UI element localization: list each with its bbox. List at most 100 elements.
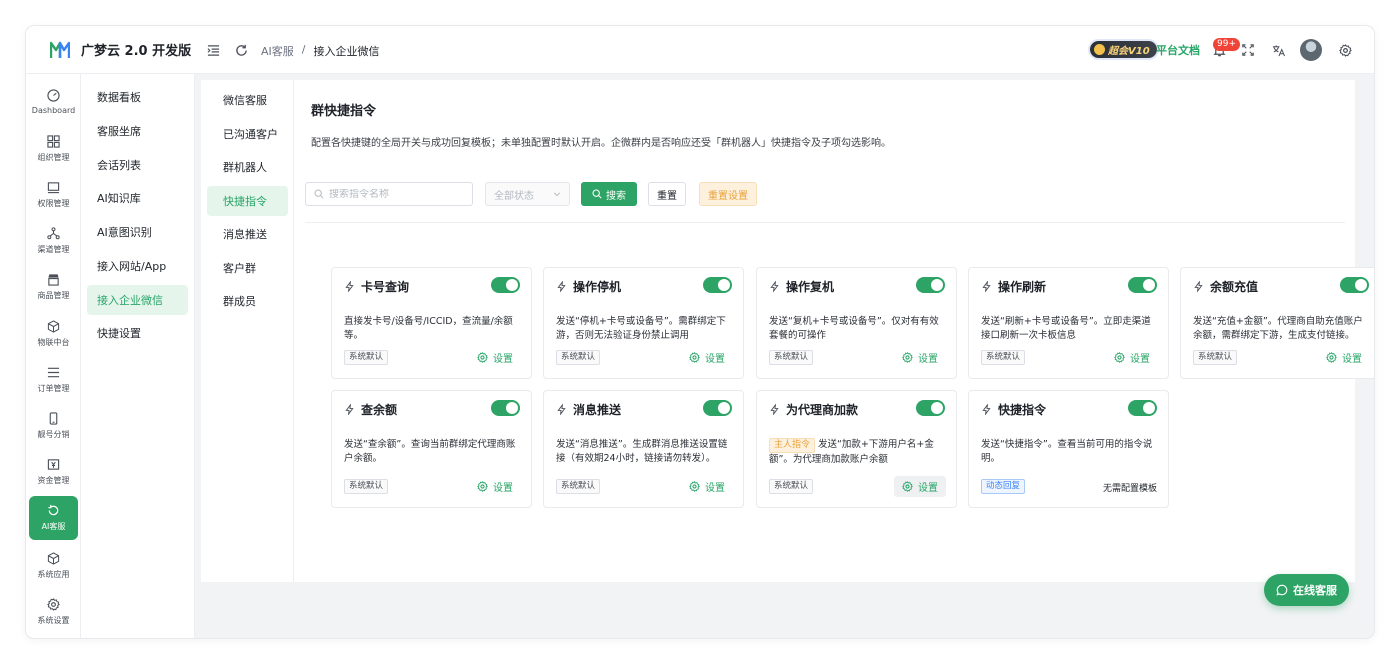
- status-select[interactable]: 全部状态: [485, 182, 570, 206]
- bolt-icon: [1194, 281, 1203, 292]
- platform-docs-link[interactable]: 平台文档: [1156, 42, 1200, 58]
- card-description: 发送“刷新+卡号或设备号”。立即走渠道接口刷新一次卡板信息: [981, 316, 1151, 341]
- owner-command-badge: 主人指令: [769, 438, 816, 453]
- user-avatar[interactable]: [1300, 39, 1322, 61]
- card-settings-label: 设置: [1342, 354, 1362, 365]
- enable-toggle[interactable]: [916, 400, 945, 416]
- card-title: 快捷指令: [998, 403, 1047, 417]
- card-settings-button[interactable]: 设置: [689, 350, 725, 365]
- page-title: 群快捷指令: [311, 104, 377, 119]
- command-card: 卡号查询 直接发卡号/设备号/ICCID，查流量/余额等。 系统默认 设置: [331, 267, 532, 379]
- menu-fold-icon[interactable]: [204, 41, 222, 59]
- tab-wechat-service[interactable]: 微信客服: [207, 85, 288, 115]
- translate-icon[interactable]: [1269, 41, 1287, 59]
- rail-item-channel[interactable]: 渠道管理: [29, 219, 78, 263]
- tab-group-robot[interactable]: 群机器人: [207, 152, 288, 182]
- search-icon: [592, 189, 602, 199]
- default-tag: 系统默认: [981, 350, 1026, 365]
- enable-toggle[interactable]: [703, 400, 732, 416]
- rail-item-dashboard[interactable]: Dashboard: [29, 80, 78, 124]
- tab-quick-commands[interactable]: 快捷指令: [207, 186, 288, 216]
- card-settings-button[interactable]: 设置: [1326, 350, 1362, 365]
- dynamic-reply-tag: 动态回复: [981, 479, 1026, 494]
- card-settings-button[interactable]: 设置: [902, 350, 938, 365]
- command-card: 查余额 发送“查余额”。查询当前群绑定代理商账户余额。 系统默认 设置: [331, 390, 532, 508]
- card-description: 发送“停机+卡号或设备号”。需群绑定下游，否则无法验证身份禁止调用: [556, 316, 726, 341]
- rail-item-order[interactable]: 订单管理: [29, 358, 78, 402]
- card-settings-label: 设置: [705, 354, 725, 365]
- default-tag: 系统默认: [769, 479, 814, 494]
- reset-button[interactable]: 重置: [648, 182, 686, 206]
- rail-item-org[interactable]: 组织管理: [29, 127, 78, 171]
- submenu-item-sessions[interactable]: 会话列表: [87, 150, 188, 180]
- enable-toggle[interactable]: [491, 277, 520, 293]
- rail-label: 组织管理: [37, 153, 70, 162]
- enable-toggle[interactable]: [916, 277, 945, 293]
- command-card: 消息推送 发送“消息推送”。生成群消息推送设置链接（有效期24小时，链接请勿转发…: [543, 390, 744, 508]
- rail-item-apps[interactable]: 系统应用: [29, 544, 78, 588]
- reset-settings-button[interactable]: 重置设置: [699, 182, 757, 206]
- enable-toggle[interactable]: [491, 400, 520, 416]
- search-field[interactable]: [305, 182, 473, 206]
- card-settings-button[interactable]: 设置: [477, 479, 513, 494]
- enable-toggle[interactable]: [703, 277, 732, 293]
- submenu-item-quick-settings[interactable]: 快捷设置: [87, 318, 188, 348]
- brand[interactable]: 广梦云 2.0 开发版: [50, 40, 191, 59]
- bolt-icon: [770, 281, 779, 292]
- fullscreen-icon[interactable]: [1239, 41, 1257, 59]
- phone-icon: [49, 412, 58, 425]
- gear-icon: [1326, 352, 1337, 363]
- enable-toggle[interactable]: [1128, 277, 1157, 293]
- enable-toggle[interactable]: [1340, 277, 1369, 293]
- submenu-item-wecom[interactable]: 接入企业微信: [87, 285, 188, 315]
- card-settings-label: 设置: [918, 483, 938, 494]
- card-settings-button[interactable]: 设置: [689, 479, 725, 494]
- card-settings-button[interactable]: 设置: [477, 350, 513, 365]
- rail-item-settings[interactable]: 系统设置: [29, 590, 78, 634]
- submenu-item-data-board[interactable]: 数据看板: [87, 82, 188, 112]
- gear-icon: [47, 598, 60, 611]
- rail-label: 物联中台: [37, 338, 70, 347]
- rail-item-number[interactable]: 靓号分销: [29, 404, 78, 448]
- divider: [305, 222, 1345, 223]
- list-icon: [47, 367, 60, 378]
- rail-label: 渠道管理: [37, 245, 70, 254]
- card-settings-label: 设置: [918, 354, 938, 365]
- command-card: 快捷指令 发送“快捷指令”。查看当前可用的指令说明。 动态回复 无需配置模板: [968, 390, 1169, 508]
- rail-label: 资金管理: [37, 476, 70, 485]
- gear-icon: [689, 352, 700, 363]
- rail-item-product[interactable]: 商品管理: [29, 265, 78, 309]
- enable-toggle[interactable]: [1128, 400, 1157, 416]
- card-description: 发送“消息推送”。生成群消息推送设置链接（有效期24小时，链接请勿转发）。: [556, 439, 728, 464]
- search-button[interactable]: 搜索: [581, 182, 637, 206]
- breadcrumb: AI客服 / 接入企业微信: [261, 43, 380, 59]
- tab-contacted-customers[interactable]: 已沟通客户: [207, 119, 288, 149]
- settings-gear-icon[interactable]: [1336, 41, 1354, 59]
- submenu-item-knowledge[interactable]: AI知识库: [87, 183, 188, 213]
- submenu-item-intent[interactable]: AI意图识别: [87, 217, 188, 247]
- refresh-icon[interactable]: [232, 41, 250, 59]
- search-input[interactable]: [329, 188, 469, 200]
- submenu-item-website[interactable]: 接入网站/App: [87, 251, 188, 281]
- yen-icon: [47, 459, 60, 470]
- card-description: 发送“查余额”。查询当前群绑定代理商账户余额。: [344, 439, 516, 464]
- rail-item-iot[interactable]: 物联中台: [29, 312, 78, 356]
- breadcrumb-item-ai[interactable]: AI客服: [261, 43, 294, 59]
- vip-badge[interactable]: 超会V10: [1090, 41, 1157, 58]
- rail-item-permission[interactable]: 权限管理: [29, 173, 78, 217]
- card-settings-button[interactable]: 设置: [1114, 350, 1150, 365]
- submenu-item-agents[interactable]: 客服坐席: [87, 116, 188, 146]
- rail-item-ai-service[interactable]: AI客服: [29, 496, 78, 540]
- wecom-submenu: 微信客服 已沟通客户 群机器人 快捷指令 消息推送 客户群 群成员: [201, 80, 294, 582]
- card-title: 操作刷新: [998, 280, 1047, 294]
- tab-message-push[interactable]: 消息推送: [207, 219, 288, 249]
- rail-label: Dashboard: [31, 106, 76, 115]
- card-settings-label: 设置: [705, 483, 725, 494]
- online-service-button[interactable]: 在线客服: [1264, 574, 1349, 606]
- tab-group-members[interactable]: 群成员: [207, 286, 288, 316]
- card-title: 操作停机: [573, 280, 622, 294]
- rail-item-fund[interactable]: 资金管理: [29, 450, 78, 494]
- tab-customer-groups[interactable]: 客户群: [207, 253, 288, 283]
- card-settings-button[interactable]: 设置: [894, 476, 946, 497]
- rail-label: AI客服: [41, 522, 66, 531]
